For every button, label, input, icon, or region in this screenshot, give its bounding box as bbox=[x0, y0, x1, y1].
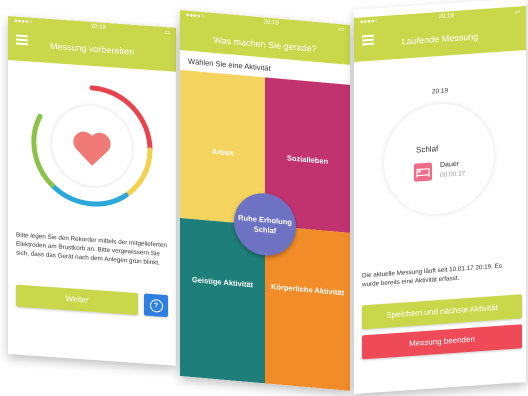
signal-icon: ●●●●○ bbox=[14, 18, 33, 26]
status-bar: ●●●●○ 20:19 ▭ bbox=[354, 6, 526, 28]
header-bar: ●●●●○ 20:19 ▭ Was machen Sie gerade? bbox=[180, 10, 350, 65]
bed-icon bbox=[414, 162, 432, 182]
status-bar: ●●●●○ 20:18 ▭ bbox=[8, 16, 176, 38]
stop-measurement-button[interactable]: Messung beenden bbox=[362, 324, 522, 360]
help-button[interactable]: ? bbox=[144, 293, 168, 318]
tile-work-label: Arbeit bbox=[211, 146, 234, 158]
battery-icon: ▭ bbox=[338, 26, 344, 33]
help-icon: ? bbox=[149, 298, 163, 313]
activity-prompt: Wählen Sie eine Aktivität bbox=[188, 56, 271, 73]
rest-label-line2: Schlaf bbox=[253, 224, 277, 236]
tile-rest-label: Ruhe Erholung Schlaf bbox=[234, 213, 296, 238]
tile-mental-label: Geistige Aktivität bbox=[192, 275, 253, 290]
page-title: Was machen Sie gerade? bbox=[213, 34, 317, 54]
tile-physical-label: Körperliche Aktivität bbox=[270, 281, 345, 298]
screen-prepare-measurement: ●●●●○ 20:18 ▭ Messung vorbereiten Bitte … bbox=[8, 16, 176, 366]
next-button[interactable]: Weiter bbox=[16, 284, 138, 316]
header-bar: ●●●●○ 20:19 ▭ Laufende Messung bbox=[354, 5, 526, 63]
header-bar: ●●●●○ 20:18 ▭ Messung vorbereiten bbox=[8, 16, 176, 72]
page-title: Messung vorbereiten bbox=[49, 40, 135, 57]
activity-circle bbox=[384, 100, 494, 218]
page-title: Laufende Messung bbox=[401, 31, 479, 47]
status-bar: ●●●●○ 20:19 ▭ bbox=[180, 10, 350, 35]
battery-icon: ▭ bbox=[514, 8, 520, 16]
save-next-activity-button[interactable]: Speichern und nächste Aktivität bbox=[362, 294, 522, 330]
instructions-text: Bitte legen Sie den Rekorder mittels der… bbox=[16, 231, 167, 267]
ring-segment-green bbox=[31, 113, 55, 188]
signal-icon: ●●●●○ bbox=[186, 12, 205, 21]
progress-ring bbox=[31, 85, 153, 207]
signal-icon: ●●●●○ bbox=[360, 18, 379, 26]
status-time: 20:18 bbox=[90, 23, 106, 31]
clock-text: 20:19 bbox=[431, 87, 449, 96]
status-time: 20:19 bbox=[438, 13, 454, 21]
info-text: Die aktuelle Messung läuft seit 10.01.17… bbox=[362, 262, 503, 289]
current-activity: Schlaf bbox=[416, 144, 439, 155]
battery-icon: ▭ bbox=[164, 29, 170, 36]
status-time: 20:19 bbox=[263, 19, 279, 27]
screen-running-measurement: ●●●●○ 20:19 ▭ Laufende Messung 20:19 Sch… bbox=[354, 0, 526, 394]
duration-label: Dauer bbox=[440, 160, 460, 169]
tile-social-label: Sozialleben bbox=[286, 153, 329, 166]
ring-segment-blue bbox=[49, 182, 129, 207]
screen-activity-selection: ●●●●○ 20:19 ▭ Was machen Sie gerade? Wäh… bbox=[180, 10, 350, 391]
